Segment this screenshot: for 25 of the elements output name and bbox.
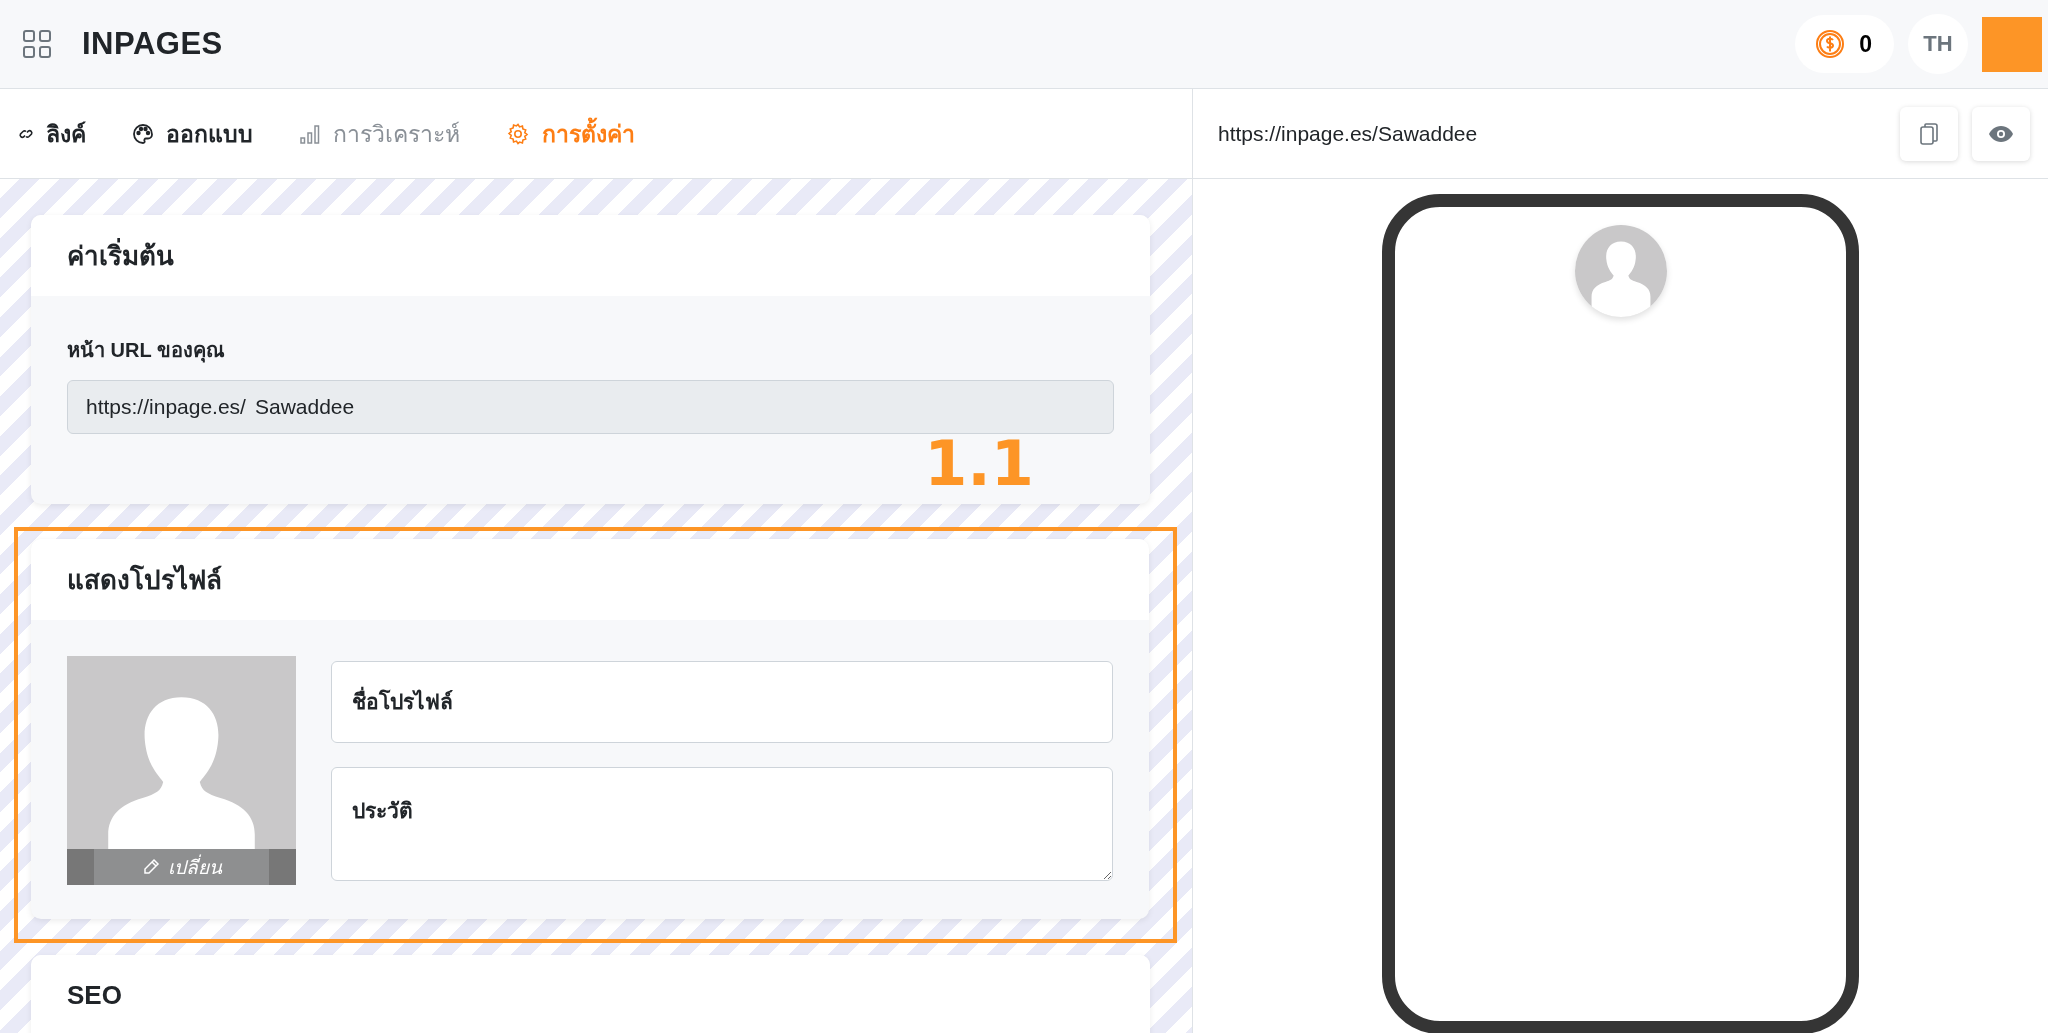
settings-icon — [506, 121, 530, 146]
copy-icon — [1918, 121, 1940, 146]
language-button[interactable]: TH — [1908, 14, 1968, 74]
bio-field[interactable]: ประวัติ — [331, 767, 1113, 881]
card-title: แสดงโปรไฟล์ — [31, 539, 1149, 620]
menu-icon[interactable] — [22, 29, 52, 59]
card-title: ค่าเริ่มต้น — [31, 215, 1150, 296]
brand-title: INPAGES — [82, 26, 223, 62]
redaction-block — [1982, 16, 2042, 72]
tab[interactable]: ออกแบบ — [132, 115, 253, 152]
palette-icon — [132, 122, 154, 145]
copy-button[interactable] — [1900, 106, 1958, 161]
card-title: SEO — [31, 955, 1150, 1033]
profile-name-field[interactable]: ชื่อโปรไฟล์ — [331, 661, 1113, 743]
tab[interactable]: ลิงค์ — [18, 115, 86, 152]
page-url: https://inpage.es/Sawaddee — [1218, 121, 1479, 146]
dollar-coin-icon — [1815, 29, 1846, 59]
preview-button[interactable] — [1972, 106, 2030, 161]
pencil-icon — [141, 858, 160, 876]
annotation-number: 1.1 — [924, 434, 1034, 494]
url-field[interactable]: https://inpage.es/ Sawaddee — [67, 380, 1114, 434]
coin-balance-button[interactable]: 0 — [1795, 15, 1894, 73]
bar-chart-icon — [299, 122, 321, 145]
eye-icon — [1988, 124, 2014, 143]
field-label: หน้า URL ของคุณ — [67, 338, 226, 365]
